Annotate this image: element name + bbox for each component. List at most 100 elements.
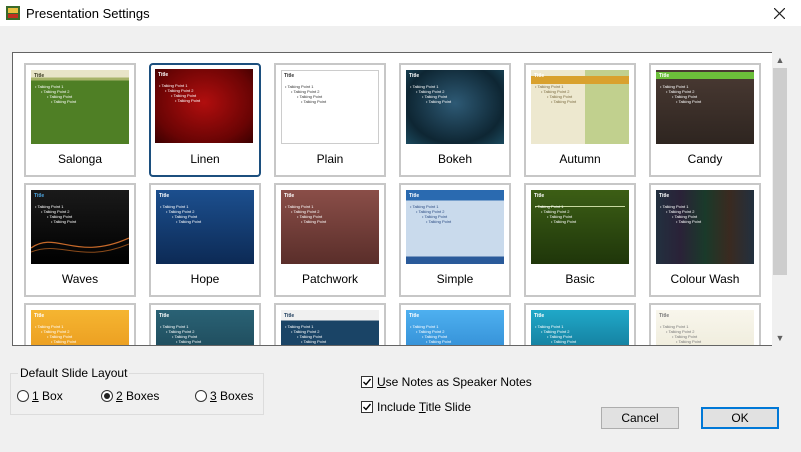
thumbnail-title: Title [534,193,545,199]
gallery-scrollbar[interactable]: ▲ ▼ [772,52,788,346]
template-tile[interactable]: Title • Talking Point 1 • Talking Point 2 •… [24,303,136,345]
template-name-label: Bokeh [437,152,473,166]
template-thumbnail: Title • Talking Point 1 • Talking Point 2 •… [31,310,129,345]
template-tile[interactable]: Title • Talking Point 1 • Talking Point 2 •… [524,183,636,297]
template-thumbnail: Title • Talking Point 1 • Talking Point 2 •… [156,190,254,264]
template-tile[interactable]: Title • Talking Point 1 • Talking Point 2 •… [274,183,386,297]
template-gallery[interactable]: Title • Talking Point 1 • Talking Point 2 •… [12,52,774,346]
thumbnail-bullets: • Talking Point 1 • Talking Point 2 • Talk… [535,324,576,344]
thumbnail-bullet-line: • Talking Point [551,219,577,224]
thumbnail-bullets: • Talking Point 1 • Talking Point 2 • Talk… [410,204,451,224]
scrollbar-thumb[interactable] [773,68,787,275]
template-thumbnail: Title • Talking Point 1 • Talking Point 2 •… [406,70,504,144]
thumbnail-bullets: • Talking Point 1 • Talking Point 2 • Talk… [285,324,326,344]
speaker-notes-label: Use Notes as Speaker Notes [377,375,532,389]
template-tile[interactable]: Title • Talking Point 1 • Talking Point 2 •… [649,183,761,297]
template-thumbnail: Title • Talking Point 1 • Talking Point 2 •… [656,190,754,264]
thumbnail-bullet-line: • Talking Point [301,339,327,344]
template-thumbnail: Title • Talking Point 1 • Talking Point 2 •… [531,70,629,144]
header-band [656,72,754,79]
template-tile[interactable]: Title • Talking Point 1 • Talking Point 2 •… [399,183,511,297]
checkbox-check-icon[interactable] [361,401,373,413]
thumbnail-bullet-line: • Talking Point [51,219,77,224]
thumbnail-title: Title [159,193,170,199]
template-thumbnail: Title • Talking Point 1 • Talking Point 2 •… [281,190,379,264]
radio-button-icon[interactable] [195,390,207,402]
template-name-label: Colour Wash [670,272,740,286]
template-name-label: Patchwork [301,272,359,286]
radio-button-icon[interactable] [101,390,113,402]
thumbnail-title: Title [159,313,170,319]
thumbnail-bullet-line: • Talking Point [676,219,702,224]
ok-button[interactable]: OK [701,407,779,429]
template-tile[interactable]: Title • Talking Point 1 • Talking Point 2 •… [524,63,636,177]
radio-button-icon[interactable] [17,390,29,402]
title-bar: Presentation Settings [0,0,801,26]
template-thumbnail: Title • Talking Point 1 • Talking Point 2 •… [406,190,504,264]
window-title: Presentation Settings [26,6,150,21]
thumbnail-bullets: • Talking Point 1 • Talking Point 2 • Talk… [660,324,701,344]
template-name-label: Simple [436,272,474,286]
template-thumbnail: Title • Talking Point 1 • Talking Point 2 •… [406,310,504,345]
template-thumbnail: Title • Talking Point 1 • Talking Point 2 •… [31,190,129,264]
scroll-up-arrow-icon[interactable]: ▲ [772,52,788,68]
template-tile[interactable]: Title • Talking Point 1 • Talking Point 2 •… [649,63,761,177]
thumbnail-bullets: • Talking Point 1 • Talking Point 2 • Talk… [410,84,451,104]
thumbnail-bullet-line: • Talking Point [426,99,452,104]
thumbnail-bullets: • Talking Point 1 • Talking Point 2 • Talk… [660,204,701,224]
template-tile[interactable]: Title • Talking Point 1 • Talking Point 2 •… [149,183,261,297]
template-thumbnail: Title • Talking Point 1 • Talking Point 2 •… [281,70,379,144]
thumbnail-bullet-line: • Talking Point [176,339,202,344]
thumbnail-bullets: • Talking Point 1 • Talking Point 2 • Talk… [285,204,326,224]
template-thumbnail: Title • Talking Point 1 • Talking Point 2 •… [155,69,253,143]
template-tile[interactable]: Title • Talking Point 1 • Talking Point 2 •… [24,183,136,297]
thumbnail-bullets: • Talking Point 1 • Talking Point 2 • Talk… [35,84,76,104]
template-tile[interactable]: Title • Talking Point 1 • Talking Point 2 •… [399,303,511,345]
thumbnail-title: Title [34,313,45,319]
thumbnail-title: Title [409,73,420,79]
scroll-down-arrow-icon[interactable]: ▼ [772,330,788,346]
title-slide-checkbox[interactable]: Include Title Slide [361,400,471,414]
title-slide-label: Include Title Slide [377,400,472,414]
radio-1-box[interactable]: 1 Box [17,389,63,403]
template-tile[interactable]: Title • Talking Point 1 • Talking Point 2 •… [274,303,386,345]
thumbnail-title: Title [409,313,420,319]
template-tile[interactable]: Title • Talking Point 1 • Talking Point 2 •… [24,63,136,177]
thumbnail-bullet-line: • Talking Point [51,99,77,104]
template-tile[interactable]: Title • Talking Point 1 • Talking Point 2 •… [649,303,761,345]
thumbnail-title: Title [409,193,420,199]
template-name-label: Linen [190,152,220,166]
template-tile[interactable]: Title • Talking Point 1 • Talking Point 2 •… [399,63,511,177]
template-tile[interactable]: Title • Talking Point 1 • Talking Point 2 •… [149,63,261,177]
template-tile[interactable]: Title • Talking Point 1 • Talking Point 2 •… [274,63,386,177]
template-thumbnail: Title • Talking Point 1 • Talking Point 2 •… [656,310,754,345]
thumbnail-bullet-line: • Talking Point [551,99,577,104]
thumbnail-bullet-line: • Talking Point [176,219,202,224]
template-tile[interactable]: Title • Talking Point 1 • Talking Point 2 •… [149,303,261,345]
checkbox-check-icon[interactable] [361,376,373,388]
template-name-label: Basic [565,272,595,286]
template-thumbnail: Title • Talking Point 1 • Talking Point 2 •… [531,310,629,345]
thumbnail-title: Title [659,73,670,79]
radio-3-boxes[interactable]: 3 Boxes [195,389,253,403]
app-icon [6,6,20,20]
cancel-button[interactable]: Cancel [601,407,679,429]
speaker-notes-checkbox[interactable]: Use Notes as Speaker Notes [361,375,532,389]
thumbnail-bullets: • Talking Point 1 • Talking Point 2 • Talk… [159,83,200,103]
slide-layout-legend: Default Slide Layout [18,366,130,380]
thumbnail-bullet-line: • Talking Point [676,99,702,104]
thumbnail-title: Title [534,73,545,79]
template-name-label: Plain [316,152,344,166]
thumbnail-bullet-line: • Talking Point [51,339,77,344]
thumbnail-bullets: • Talking Point 1 • Talking Point 2 • Talk… [535,84,576,104]
template-name-label: Salonga [57,152,103,166]
template-name-label: Autumn [559,152,601,166]
thumbnail-title: Title [284,193,295,199]
radio-label: 2 Boxes [116,389,160,403]
close-button[interactable] [757,0,801,26]
thumbnail-bullets: • Talking Point 1 • Talking Point 2 • Talk… [285,84,326,104]
wave-decoration [31,237,129,253]
template-tile[interactable]: Title • Talking Point 1 • Talking Point 2 •… [524,303,636,345]
header-band [531,76,629,84]
radio-2-boxes[interactable]: 2 Boxes [101,389,159,403]
